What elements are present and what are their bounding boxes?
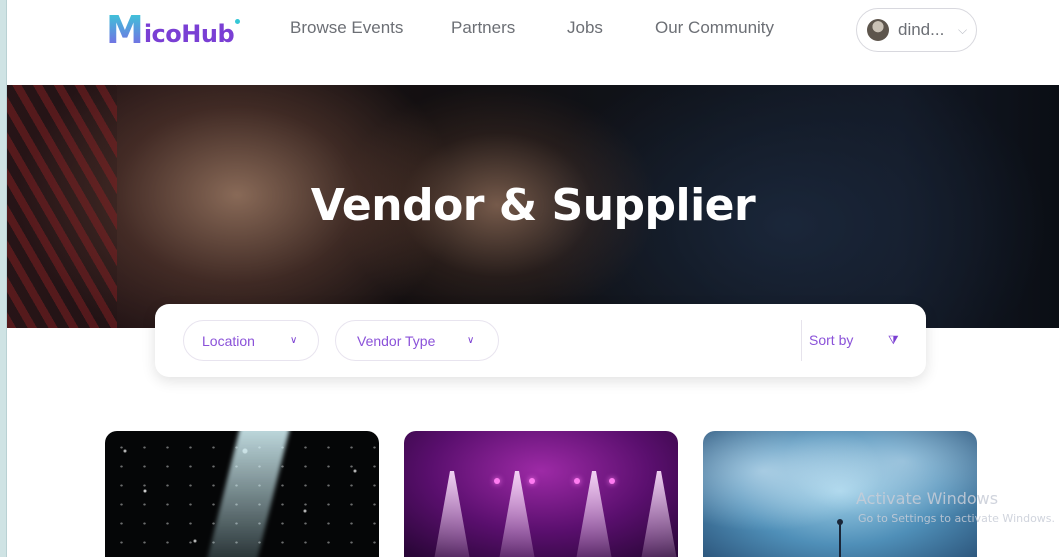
location-filter-label: Location: [202, 332, 255, 349]
vendor-card-3[interactable]: [703, 431, 977, 557]
nav-our-community[interactable]: Our Community: [655, 18, 774, 38]
filter-funnel-icon[interactable]: ⧩: [888, 333, 899, 348]
filter-bar: Location ∨ Vendor Type ∨ Sort by ⧩: [155, 304, 926, 377]
page-title: Vendor & Supplier: [310, 180, 756, 231]
card-image-spotlight: [574, 471, 614, 557]
vendor-card-1[interactable]: [105, 431, 379, 557]
chevron-down-icon: ⌵: [958, 22, 968, 37]
vendor-type-filter-label: Vendor Type: [357, 332, 436, 349]
nav-jobs[interactable]: Jobs: [567, 18, 603, 38]
window-left-edge: [0, 0, 7, 557]
card-image-spotlight: [639, 471, 678, 557]
card-image-lamp: [574, 478, 580, 484]
site-header: M icoHub Browse Events Partners Jobs Our…: [7, 0, 1059, 85]
card-image-lamp: [529, 478, 535, 484]
vendor-card-2[interactable]: [404, 431, 678, 557]
chevron-down-icon: ∨: [290, 335, 298, 346]
sort-divider: [801, 320, 802, 361]
sort-by-button[interactable]: Sort by: [809, 332, 853, 348]
card-image-lamp: [494, 478, 500, 484]
hero-banner: Vendor & Supplier: [7, 85, 1059, 328]
chevron-down-icon: ∨: [467, 335, 475, 346]
card-image-lamp: [609, 478, 615, 484]
nav-partners[interactable]: Partners: [451, 18, 515, 38]
location-filter-dropdown[interactable]: Location ∨: [183, 320, 319, 361]
vendor-type-filter-dropdown[interactable]: Vendor Type ∨: [335, 320, 499, 361]
user-menu-button[interactable]: dind... ⌵: [856, 8, 977, 52]
user-name: dind...: [898, 20, 945, 39]
card-image-spotlight: [432, 471, 472, 557]
avatar: [867, 19, 889, 41]
microphone-stand: [839, 523, 841, 557]
nav-browse-events[interactable]: Browse Events: [290, 18, 403, 38]
